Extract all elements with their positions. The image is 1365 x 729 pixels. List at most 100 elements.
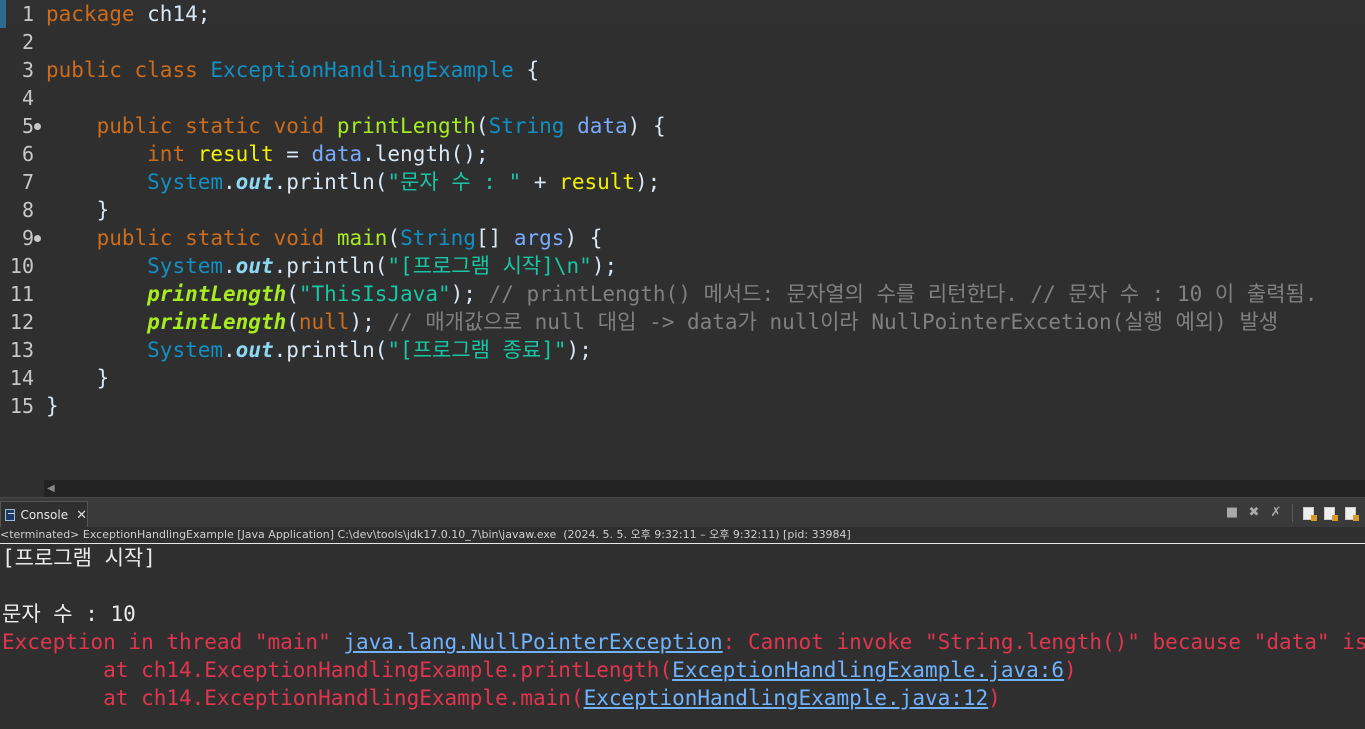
scroll-lock-icon[interactable] <box>1324 506 1338 521</box>
code-token: ) { <box>627 114 666 138</box>
code-token: printLength <box>336 114 476 138</box>
code-line[interactable]: 4 <box>0 84 1365 112</box>
code-token: System <box>147 170 224 194</box>
code-token: void <box>273 114 325 138</box>
code-token: } <box>46 394 59 418</box>
toolbar-separator <box>1292 504 1293 522</box>
stack-trace-suffix: ) <box>988 686 1001 710</box>
code-token: printLength <box>147 282 287 306</box>
editor-horizontal-scrollbar[interactable]: ◀ <box>44 480 1365 497</box>
console-output[interactable]: [프로그램 시작] 문자 수 : 10 Exception in thread … <box>0 544 1365 729</box>
code-token: ) { <box>564 226 603 250</box>
line-number: 5 <box>21 114 34 138</box>
code-token: "[프로그램 종료]" <box>387 338 567 362</box>
code-token: ); <box>349 310 388 334</box>
close-tab-icon[interactable]: ✕ <box>76 508 87 523</box>
code-token: .println( <box>273 170 388 194</box>
word-wrap-icon[interactable] <box>1345 506 1359 521</box>
stack-trace-link[interactable]: ExceptionHandlingExample.java:12 <box>584 686 989 710</box>
code-token: package <box>46 2 135 26</box>
code-token: ); <box>450 282 489 306</box>
code-token: ); <box>591 254 618 278</box>
code-text: public static void main(String[] args) { <box>46 224 603 252</box>
line-number: 9 <box>21 226 34 250</box>
code-editor[interactable]: 1 package ch14; 2 3 public class ExceptionHa… <box>0 0 1365 480</box>
code-line[interactable]: 12 printLength(null); // 매개값으로 null 대입 -… <box>0 308 1365 336</box>
stack-trace-prefix: at ch14.ExceptionHandlingExample.main( <box>2 686 584 710</box>
code-text: public static void printLength(String da… <box>46 112 666 140</box>
code-token: } <box>46 366 110 390</box>
line-number: 2 <box>21 30 34 54</box>
code-line[interactable]: 8 } <box>0 196 1365 224</box>
code-token: // printLength() 메서드: 문자열의 수를 리턴한다. // 문… <box>488 282 1318 306</box>
line-number: 4 <box>21 86 34 110</box>
code-token: public <box>96 226 173 250</box>
exception-class-link[interactable]: java.lang.NullPointerException <box>343 630 722 654</box>
code-text: System.out.println("[프로그램 종료]"); <box>46 336 592 364</box>
code-line[interactable]: 1 package ch14; <box>0 0 1365 28</box>
scrollbar-corner <box>0 480 44 497</box>
line-number: 1 <box>21 2 34 26</box>
code-token: . <box>223 254 236 278</box>
fold-toggle-icon[interactable] <box>34 235 41 242</box>
remove-launch-icon[interactable]: ✖ <box>1245 504 1263 522</box>
code-line[interactable]: 13 System.out.println("[프로그램 종료]"); <box>0 336 1365 364</box>
code-line[interactable]: 2 <box>0 28 1365 56</box>
code-token: System <box>147 338 224 362</box>
code-token: .println( <box>273 254 388 278</box>
line-number: 6 <box>21 142 34 166</box>
stack-trace-link[interactable]: ExceptionHandlingExample.java:6 <box>672 658 1064 682</box>
code-token: static <box>185 114 261 138</box>
code-token: ( <box>286 282 299 306</box>
code-token: public <box>46 58 122 82</box>
tab-console-label: Console <box>20 508 69 522</box>
scroll-left-arrow-icon[interactable]: ◀ <box>47 483 55 494</box>
clear-console-icon[interactable] <box>1303 506 1317 521</box>
exception-prefix: Exception in thread "main" <box>2 630 344 654</box>
code-token: null <box>298 310 350 334</box>
stack-trace-line: at ch14.ExceptionHandlingExample.main(Ex… <box>2 684 1001 712</box>
line-number: 11 <box>9 282 34 306</box>
code-token: . <box>223 170 236 194</box>
line-number: 10 <box>9 254 34 278</box>
fold-toggle-icon[interactable] <box>34 123 41 130</box>
code-token: ); <box>566 338 592 362</box>
code-text: System.out.println("[프로그램 시작]\n"); <box>46 252 617 280</box>
code-line[interactable]: 3 public class ExceptionHandlingExample { <box>0 56 1365 84</box>
remove-all-terminated-icon[interactable]: ✗ <box>1267 504 1285 522</box>
code-line[interactable]: 5 public static void printLength(String … <box>0 112 1365 140</box>
exception-line: Exception in thread "main" java.lang.Nul… <box>2 628 1365 656</box>
code-token: out <box>235 170 274 194</box>
code-token: out <box>235 338 274 362</box>
code-token: static <box>185 226 261 250</box>
code-line[interactable]: 6 int result = data.length(); <box>0 140 1365 168</box>
code-token: "[프로그램 시작]\n" <box>387 254 592 278</box>
code-token: + <box>521 170 560 194</box>
code-line[interactable]: 15} <box>0 392 1365 420</box>
code-line[interactable]: 14 } <box>0 364 1365 392</box>
code-line[interactable]: 9 public static void main(String[] args)… <box>0 224 1365 252</box>
code-line[interactable]: 11 printLength("ThisIsJava"); // printLe… <box>0 280 1365 308</box>
code-text: int result = data.length(); <box>46 140 488 168</box>
code-line[interactable]: 10 System.out.println("[프로그램 시작]\n"); <box>0 252 1365 280</box>
code-text: public class ExceptionHandlingExample { <box>46 56 539 84</box>
code-token: ( <box>475 114 489 138</box>
code-text: } <box>46 364 110 392</box>
code-token: printLength <box>147 310 287 334</box>
code-text: System.out.println("문자 수 : " + result); <box>46 168 660 196</box>
code-token: String <box>488 114 565 138</box>
code-token: result <box>559 170 636 194</box>
terminate-icon[interactable]: ■ <box>1223 504 1241 522</box>
tab-console[interactable]: Console ✕ <box>0 501 88 528</box>
code-line[interactable]: 7 System.out.println("문자 수 : " + result)… <box>0 168 1365 196</box>
line-number: 8 <box>21 198 34 222</box>
